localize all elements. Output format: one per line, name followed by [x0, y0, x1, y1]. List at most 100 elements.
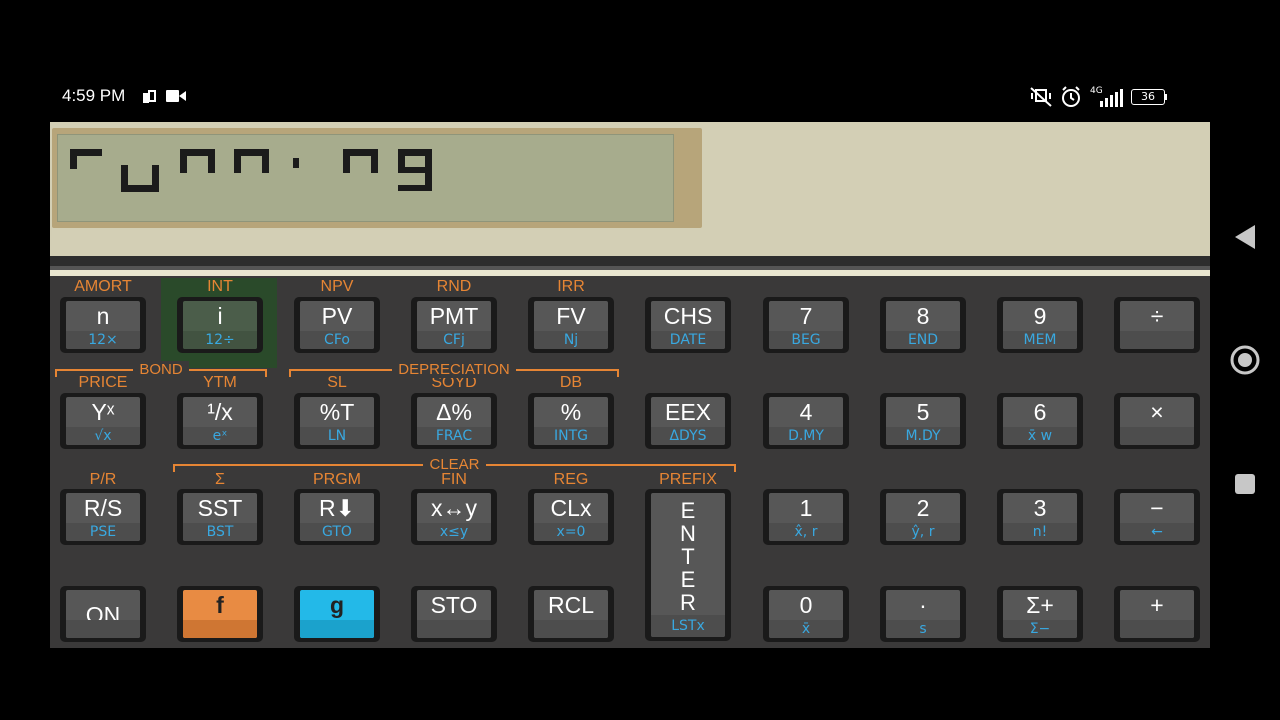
key-row2-10[interactable]: ×: [1114, 393, 1200, 449]
key-secondary-label: END: [886, 331, 960, 349]
key-row1-1[interactable]: n 12×: [60, 297, 146, 353]
key-face: 9 MEM: [1003, 301, 1077, 349]
key-row2-6[interactable]: EEX ΔDYS: [645, 393, 731, 449]
key-face: % INTG: [534, 397, 608, 445]
key-row3-8[interactable]: 2 ŷ, r: [880, 489, 966, 545]
key-row4-5[interactable]: RCL: [528, 586, 614, 642]
key-secondary-label: [1120, 331, 1194, 349]
key-main-label: RCL: [547, 592, 594, 618]
key-row2-5[interactable]: % INTG: [528, 393, 614, 449]
key-secondary-label: CFo: [300, 331, 374, 349]
key-row4-9[interactable]: +: [1114, 586, 1200, 642]
bond-label: BOND: [133, 361, 189, 378]
key-secondary-label: BEG: [769, 331, 843, 349]
key-main-label: ¹/x: [207, 399, 233, 425]
key-face: 2 ŷ, r: [886, 493, 960, 541]
key-secondary-label: ←: [1120, 523, 1194, 541]
back-icon[interactable]: [1220, 222, 1270, 252]
gold-label-npv: NPV: [320, 278, 354, 295]
key-main-label: x↔y: [431, 495, 477, 521]
key-face: R/S PSE: [66, 493, 140, 541]
depreciation-bracket: DEPRECIATION: [289, 361, 619, 381]
key-row3-3[interactable]: R⬇ GTO: [294, 489, 380, 545]
key-main-label: i: [217, 303, 223, 329]
key-row1-8[interactable]: 8 END: [880, 297, 966, 353]
key-row3-10[interactable]: − ←: [1114, 489, 1200, 545]
key-secondary-label: x=0: [534, 523, 608, 541]
key-face: 3 n!: [1003, 493, 1077, 541]
key-row3-1[interactable]: R/S PSE: [60, 489, 146, 545]
key-row3-4[interactable]: x↔y x≤y: [411, 489, 497, 545]
key-row2-8[interactable]: 5 M.DY: [880, 393, 966, 449]
key-row1-7[interactable]: 7 BEG: [763, 297, 849, 353]
key-secondary-label: GTO: [300, 523, 374, 541]
key-secondary-label: x≤y: [417, 523, 491, 541]
key-secondary-label: [1120, 620, 1194, 638]
key-main-label: Σ+: [1026, 592, 1054, 618]
key-main-label: SST: [197, 495, 243, 521]
key-row3-7[interactable]: 1 x̂, r: [763, 489, 849, 545]
key-row3-5[interactable]: CLx x=0: [528, 489, 614, 545]
key-row3-2[interactable]: SST BST: [177, 489, 263, 545]
key-row4-7[interactable]: · s: [880, 586, 966, 642]
key-secondary-label: 12÷: [183, 331, 257, 349]
key-row1-10[interactable]: ÷: [1114, 297, 1200, 353]
key-secondary-label: x̄: [769, 620, 843, 638]
key-row3-9[interactable]: 3 n!: [997, 489, 1083, 545]
key-row1-4[interactable]: PMT CFj: [411, 297, 497, 353]
separator-line: [50, 270, 1210, 276]
recents-icon[interactable]: [1220, 472, 1270, 496]
key-secondary-label: M.DY: [886, 427, 960, 445]
key-secondary-label: [417, 620, 491, 638]
key-row1-2[interactable]: i 12÷: [177, 297, 263, 353]
key-row1-3[interactable]: PV CFo: [294, 297, 380, 353]
key-face: PV CFo: [300, 301, 374, 349]
key-main-label: STO: [430, 592, 478, 618]
key-row2-4[interactable]: Δ% FRAC: [411, 393, 497, 449]
key-secondary-label: Nj: [534, 331, 608, 349]
key-row1-5[interactable]: FV Nj: [528, 297, 614, 353]
key-main-label: 3: [1033, 495, 1047, 521]
key-secondary-label: s: [886, 620, 960, 638]
key-row1-6[interactable]: CHS DATE: [645, 297, 731, 353]
key-row2-3[interactable]: %T LN: [294, 393, 380, 449]
key-secondary-label: [534, 620, 608, 638]
key-face: STO: [417, 590, 491, 638]
key-row2-2[interactable]: ¹/x eˣ: [177, 393, 263, 449]
key-row1-9[interactable]: 9 MEM: [997, 297, 1083, 353]
key-main-label: −: [1150, 495, 1164, 521]
key-row2-9[interactable]: 6 x̄ w: [997, 393, 1083, 449]
key-main-label: Δ%: [436, 399, 472, 425]
key-row3-6[interactable]: E N T E R LSTx: [645, 489, 731, 641]
battery-level: 36: [1141, 90, 1155, 103]
key-face: 6 x̄ w: [1003, 397, 1077, 445]
key-row4-6[interactable]: 0 x̄: [763, 586, 849, 642]
key-main-label: ×: [1150, 399, 1164, 425]
key-secondary-label: LSTx: [651, 615, 725, 637]
separator-band: [50, 256, 1210, 266]
key-row2-1[interactable]: Yˣ √x: [60, 393, 146, 449]
alarm-icon: [1062, 86, 1080, 107]
key-face: E N T E R LSTx: [651, 493, 725, 637]
key-row4-4[interactable]: STO: [411, 586, 497, 642]
key-face: ¹/x eˣ: [183, 397, 257, 445]
key-row4-2[interactable]: f: [177, 586, 263, 642]
key-face: − ←: [1120, 493, 1194, 541]
key-secondary-label: Σ−: [1003, 620, 1077, 638]
key-secondary-label: eˣ: [183, 427, 257, 445]
key-main-label: FV: [556, 303, 586, 329]
sim-icon: [143, 90, 156, 103]
key-face: FV Nj: [534, 301, 608, 349]
key-face: 7 BEG: [769, 301, 843, 349]
key-face: Yˣ √x: [66, 397, 140, 445]
key-row4-8[interactable]: Σ+ Σ−: [997, 586, 1083, 642]
home-icon[interactable]: [1220, 344, 1270, 376]
key-face: i 12÷: [183, 301, 257, 349]
key-secondary-label: LN: [300, 427, 374, 445]
lcd-frame: running: [52, 128, 702, 228]
key-main-label: CLx: [550, 495, 592, 521]
key-row2-7[interactable]: 4 D.MY: [763, 393, 849, 449]
key-row4-1[interactable]: ON: [60, 586, 146, 642]
key-face: 1 x̂, r: [769, 493, 843, 541]
key-row4-3[interactable]: g: [294, 586, 380, 642]
